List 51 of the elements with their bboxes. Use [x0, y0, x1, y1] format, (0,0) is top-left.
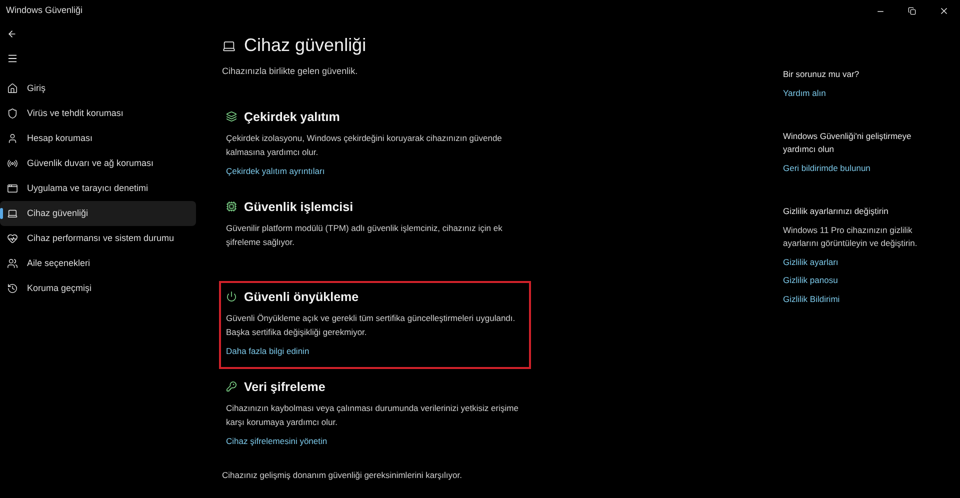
broadcast-icon — [7, 158, 18, 169]
close-icon — [939, 6, 949, 16]
history-icon — [7, 283, 18, 294]
sidebar-item[interactable]: Koruma geçmişi — [0, 276, 196, 301]
page-title: Cihaz güvenliği — [244, 34, 366, 57]
panel-link[interactable]: Yardım alın — [783, 87, 933, 100]
sidebar-item[interactable]: Cihaz güvenliği — [0, 201, 196, 226]
section-link[interactable]: Daha fazla bilgi edinin — [226, 345, 527, 358]
person-icon — [7, 133, 18, 144]
panel-text: Windows 11 Pro cihazınızın gizlilik ayarlarını görüntüleyin ve değiştirin. — [783, 224, 918, 250]
section-description: Güvenli Önyükleme açık ve gerekli tüm sertifika güncelleştirmeleri uygulandı. Başka sertifika değişikliği gerekmiyor. — [226, 312, 516, 340]
page-subtitle: Cihazınızla birlikte gelen güvenlik. — [222, 65, 359, 78]
laptop-icon — [7, 208, 18, 219]
chip-icon — [226, 201, 237, 212]
section-link[interactable]: Çekirdek yalıtım ayrıntıları — [226, 165, 527, 178]
key-icon — [226, 381, 237, 392]
restore-icon — [908, 7, 916, 15]
section-title: Çekirdek yalıtım — [244, 108, 340, 126]
sidebar-item[interactable]: Hesap koruması — [0, 126, 196, 151]
panel-heading: Gizlilik ayarlarınızı değiştirin — [783, 204, 890, 218]
section-link[interactable]: Cihaz şifrelemesini yönetin — [226, 435, 527, 448]
panel-link[interactable]: Geri bildirimde bulunun — [783, 162, 933, 174]
laptop-icon — [222, 38, 236, 52]
heart-icon — [7, 233, 18, 244]
section-title: Veri şifreleme — [244, 378, 326, 396]
panel-link[interactable]: Gizlilik Bildirimi — [783, 293, 933, 306]
window-title: Windows Güvenliği — [6, 4, 83, 18]
panel-heading: Bir sorunuz mu var? — [783, 68, 860, 81]
home-icon — [7, 83, 18, 94]
power-icon — [226, 291, 237, 302]
window-icon — [7, 183, 18, 194]
sidebar-item[interactable]: Giriş — [0, 76, 196, 101]
section-description: Çekirdek izolasyonu, Windows çekirdeğini koruyarak cihazınızın güvende kalmasına yardımcı olur. — [226, 132, 503, 160]
section-title: Güvenlik işlemcisi — [244, 198, 354, 216]
section-description: Güvenilir platform modülü (TPM) adlı güvenlik işlemciniz, cihazınız için ek şifreleme sağlıyor. — [226, 222, 504, 250]
panel-link[interactable]: Gizlilik ayarları — [783, 256, 933, 268]
sidebar-item[interactable]: Aile seçenekleri — [0, 251, 196, 276]
sidebar-item[interactable]: Virüs ve tehdit koruması — [0, 101, 196, 126]
layers-icon — [226, 111, 237, 122]
menu-button[interactable] — [6, 52, 18, 64]
panel-link[interactable]: Gizlilik panosu — [783, 274, 933, 287]
sidebar-item[interactable]: Güvenlik duvarı ve ağ koruması — [0, 151, 196, 176]
panel-heading: Windows Güvenliği'ni geliştirmeye yardımcı olun — [783, 130, 912, 156]
footer-text: Cihazınız gelişmiş donanım güvenliği gereksinimlerini karşılıyor. — [222, 468, 463, 482]
sidebar-item[interactable]: Cihaz performansı ve sistem durumu — [0, 226, 196, 251]
section-description: Cihazınızın kaybolması veya çalınması durumunda verilerinizi yetkisiz erişime karşı korumaya yardımcı olur. — [226, 402, 520, 430]
back-button[interactable] — [6, 28, 18, 40]
section-title: Güvenli önyükleme — [244, 288, 359, 306]
sidebar-item[interactable]: Uygulama ve tarayıcı denetimi — [0, 176, 196, 201]
people-icon — [7, 258, 18, 269]
shield-icon — [7, 108, 18, 119]
